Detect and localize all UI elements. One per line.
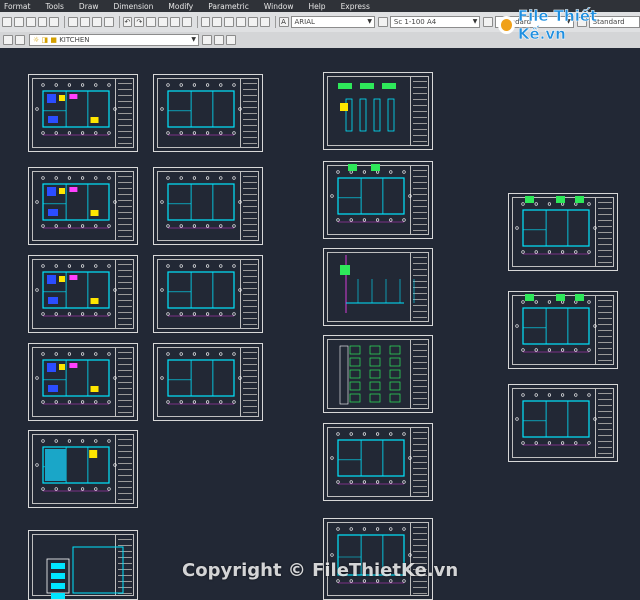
print-icon[interactable]	[37, 17, 48, 27]
drawing-sheet[interactable]	[153, 255, 263, 333]
separator	[196, 16, 198, 28]
match-properties-icon[interactable]	[103, 17, 114, 27]
sheet-drawing	[35, 83, 117, 136]
sheet-drawing	[46, 546, 124, 599]
layer-properties-icon[interactable]	[3, 35, 13, 45]
menu-window[interactable]: Window	[264, 2, 294, 11]
drawing-sheet[interactable]	[28, 167, 138, 245]
drawing-sheet[interactable]	[323, 161, 433, 239]
layer-state-icon[interactable]	[15, 35, 25, 45]
chevron-down-icon: ▼	[367, 18, 373, 25]
sheet-drawing	[35, 439, 117, 492]
drawing-sheet[interactable]	[153, 74, 263, 152]
sheet-drawing	[160, 176, 242, 229]
drawing-sheet[interactable]	[28, 430, 138, 508]
preview-icon[interactable]	[49, 17, 60, 27]
make-current-layer-icon[interactable]	[202, 35, 212, 45]
drawing-sheet[interactable]	[28, 530, 138, 600]
layer-status-icons: ☼ ◨ ■	[33, 36, 60, 44]
redo-icon[interactable]: ↷	[134, 17, 145, 27]
sheet-drawing	[515, 196, 597, 255]
zoom-realtime-icon[interactable]	[158, 17, 168, 27]
menu-express[interactable]: Express	[341, 2, 370, 11]
copyright-watermark: Copyright © FileThietKe.vn	[182, 560, 459, 581]
menu-dimension[interactable]: Dimension	[114, 2, 154, 11]
layer-name: KITCHEN	[59, 36, 90, 44]
dim-style-value: Sc 1-100 A4	[393, 18, 437, 26]
drawing-sheet[interactable]	[28, 74, 138, 152]
drawing-sheet[interactable]	[323, 72, 433, 150]
sheet-drawing	[160, 264, 242, 317]
drawing-sheet[interactable]	[153, 167, 263, 245]
new-icon[interactable]	[2, 17, 12, 27]
sheet-drawing	[35, 352, 117, 405]
menu-draw[interactable]: Draw	[79, 2, 99, 11]
separator	[274, 16, 276, 28]
drawing-sheet[interactable]	[508, 384, 618, 462]
layer-previous-icon[interactable]	[214, 35, 224, 45]
text-style-icon[interactable]: A	[278, 17, 289, 27]
sheet-drawing	[515, 294, 597, 353]
cut-icon[interactable]	[68, 17, 79, 27]
zoom-previous-icon[interactable]	[181, 17, 192, 27]
site-logo: File Thiết Kế.vn	[498, 7, 638, 43]
drawing-sheet[interactable]	[323, 518, 433, 600]
sheet-drawing	[338, 83, 396, 132]
drawing-sheet[interactable]	[153, 343, 263, 421]
drawing-sheet[interactable]	[508, 193, 618, 271]
menu-help[interactable]: Help	[308, 2, 325, 11]
chevron-down-icon: ▼	[472, 18, 478, 25]
drawing-canvas[interactable]	[0, 64, 640, 600]
menu-parametric[interactable]: Parametric	[208, 2, 249, 11]
separator	[118, 16, 120, 28]
chevron-down-icon: ▼	[191, 36, 196, 43]
open-icon[interactable]	[13, 17, 24, 27]
save-icon[interactable]	[25, 17, 36, 27]
sheet-drawing	[330, 164, 412, 223]
sheet-drawing	[339, 345, 401, 405]
menu-tools[interactable]: Tools	[45, 2, 63, 11]
drawing-sheet[interactable]	[28, 255, 138, 333]
sheet-drawing	[160, 83, 242, 136]
sheet-drawing	[35, 264, 117, 317]
properties-icon[interactable]	[200, 17, 211, 27]
dim-style-icon[interactable]	[378, 17, 388, 27]
table-style-icon[interactable]	[483, 17, 494, 27]
undo-icon[interactable]: ↶	[122, 17, 133, 27]
sheet-drawing	[340, 255, 415, 313]
sheet-drawing	[330, 432, 412, 485]
layer-dropdown[interactable]: ☼ ◨ ■ KITCHEN ▼	[29, 34, 199, 46]
layer-walk-icon[interactable]	[226, 35, 236, 45]
drawing-sheet[interactable]	[28, 343, 138, 421]
menu-modify[interactable]: Modify	[168, 2, 193, 11]
sheet-set-icon[interactable]	[236, 17, 246, 27]
sheet-drawing	[160, 352, 242, 405]
separator	[64, 16, 66, 28]
drawing-sheet[interactable]	[323, 335, 433, 413]
pan-icon[interactable]	[146, 17, 157, 27]
paste-icon[interactable]	[91, 17, 102, 27]
logo-gear-icon	[498, 16, 515, 34]
text-style-value: ARIAL	[294, 18, 315, 26]
sheet-drawing	[35, 176, 117, 229]
drawing-sheet[interactable]	[508, 291, 618, 369]
text-style-dropdown[interactable]: ARIAL ▼	[290, 16, 376, 28]
tool-palettes-icon[interactable]	[224, 17, 235, 27]
copy-icon[interactable]	[80, 17, 90, 27]
calculator-icon[interactable]	[259, 17, 270, 27]
logo-text: File Thiết Kế.vn	[517, 7, 598, 44]
sheet-drawing	[515, 393, 597, 446]
zoom-window-icon[interactable]	[169, 17, 180, 27]
design-center-icon[interactable]	[212, 17, 223, 27]
menu-format[interactable]: Format	[4, 2, 30, 11]
drawing-sheet[interactable]	[323, 248, 433, 326]
autocad-window: Format Tools Draw Dimension Modify Param…	[0, 0, 640, 600]
markup-icon[interactable]	[247, 17, 258, 27]
dim-style-dropdown[interactable]: Sc 1-100 A4 ▼	[389, 16, 481, 28]
drawing-sheet[interactable]	[323, 423, 433, 501]
